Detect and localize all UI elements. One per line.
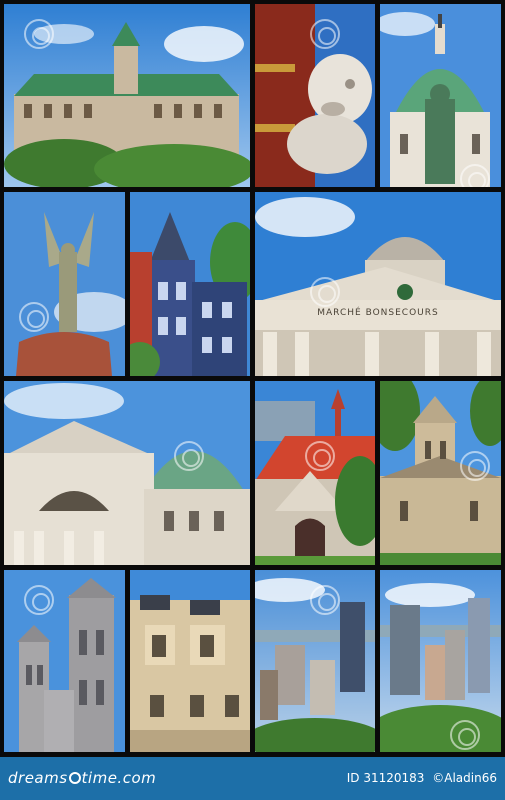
- photo-marche-bonsecours: MARCHÉ BONSECOURS: [255, 192, 501, 376]
- photo-skyline-view: [255, 570, 375, 752]
- watermark-icon: [460, 451, 490, 481]
- photo-gothic-church: [380, 381, 501, 565]
- footer-bar: dreams time.com ID 31120183 ©Aladin66: [0, 757, 505, 800]
- image-credit: ID 31120183 ©Aladin66: [343, 771, 497, 785]
- photo-angel-monument: [4, 192, 125, 376]
- watermark-icon: [310, 585, 340, 615]
- sign-text: MARCHÉ BONSECOURS: [317, 306, 438, 318]
- watermark-icon: [460, 164, 490, 187]
- watermark-icon: [310, 277, 340, 307]
- photo-stone-facade: [130, 570, 250, 752]
- author-name: Aladin66: [444, 771, 497, 785]
- copyright-icon: ©: [432, 771, 445, 785]
- logo-text-left: dreams: [8, 769, 68, 787]
- photo-downtown-towers: [380, 570, 501, 752]
- photo-domed-basilica: [4, 381, 250, 565]
- watermark-icon: [310, 19, 340, 49]
- dreamstime-logo: dreams time.com: [8, 769, 156, 787]
- watermark-icon: [19, 302, 49, 332]
- logo-text-right: time.com: [81, 769, 157, 787]
- photo-city-hall: [4, 4, 250, 187]
- photo-notre-dame: [4, 570, 125, 752]
- photo-domed-cathedral: [380, 4, 501, 187]
- photo-victorian-houses: [130, 192, 250, 376]
- image-id: ID 31120183: [346, 771, 425, 785]
- watermark-icon: [174, 441, 204, 471]
- watermark-icon: [24, 585, 54, 615]
- logo-circle-icon: [68, 772, 81, 784]
- watermark-icon: [450, 720, 480, 750]
- photo-red-roof-church: [255, 381, 375, 565]
- watermark-icon: [24, 19, 54, 49]
- watermark-icon: [305, 441, 335, 471]
- photo-lion-statue: [255, 4, 375, 187]
